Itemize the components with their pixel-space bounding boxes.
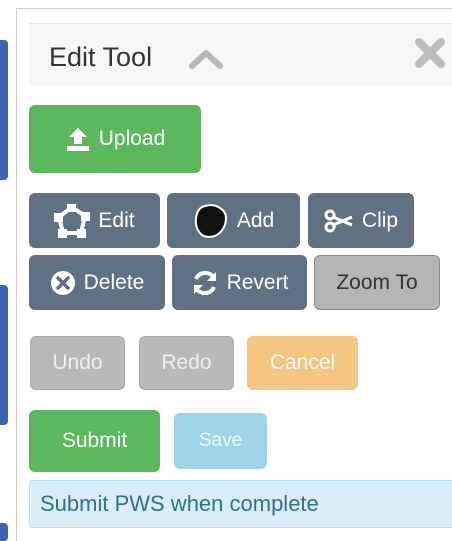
save-button[interactable]: Save bbox=[174, 413, 267, 469]
zoom-to-label: Zoom To bbox=[336, 270, 418, 294]
status-message: Submit PWS when complete bbox=[29, 480, 452, 528]
close-icon[interactable] bbox=[413, 36, 447, 75]
edit-vertices-icon bbox=[54, 203, 91, 238]
redo-label: Redo bbox=[161, 351, 212, 374]
times-circle-icon bbox=[50, 270, 76, 296]
panel-header: Edit Tool bbox=[29, 23, 452, 86]
add-button[interactable]: Add bbox=[167, 193, 300, 248]
revert-button[interactable]: Revert bbox=[172, 255, 307, 310]
delete-button[interactable]: Delete bbox=[29, 255, 165, 310]
edit-label: Edit bbox=[98, 208, 135, 232]
panel-title: Edit Tool bbox=[49, 42, 153, 72]
submit-button[interactable]: Submit bbox=[29, 410, 160, 472]
redo-button[interactable]: Redo bbox=[139, 336, 234, 390]
refresh-icon bbox=[191, 269, 219, 297]
upload-icon bbox=[65, 126, 91, 152]
chevron-up-icon[interactable] bbox=[189, 49, 223, 74]
undo-label: Undo bbox=[52, 351, 103, 374]
submit-label: Submit bbox=[61, 429, 128, 452]
left-edge-strip bbox=[0, 285, 8, 425]
upload-button[interactable]: Upload bbox=[29, 105, 201, 173]
polygon-add-icon bbox=[193, 203, 229, 239]
delete-label: Delete bbox=[83, 270, 145, 294]
zoom-to-button[interactable]: Zoom To bbox=[314, 255, 440, 310]
revert-label: Revert bbox=[226, 270, 289, 294]
clip-label: Clip bbox=[361, 208, 399, 232]
save-label: Save bbox=[198, 430, 243, 451]
undo-button[interactable]: Undo bbox=[30, 336, 125, 390]
scissors-icon bbox=[324, 208, 354, 234]
cancel-label: Cancel bbox=[269, 351, 336, 374]
left-edge-strip bbox=[0, 40, 8, 180]
left-edge-strip bbox=[0, 523, 8, 541]
add-label: Add bbox=[236, 208, 275, 232]
upload-label: Upload bbox=[98, 127, 166, 150]
clip-button[interactable]: Clip bbox=[308, 193, 414, 248]
edit-tool-panel: Edit Tool Upload Edit Add Clip Delete Re… bbox=[16, 8, 452, 541]
edit-button[interactable]: Edit bbox=[29, 193, 160, 248]
cancel-button[interactable]: Cancel bbox=[247, 336, 358, 390]
